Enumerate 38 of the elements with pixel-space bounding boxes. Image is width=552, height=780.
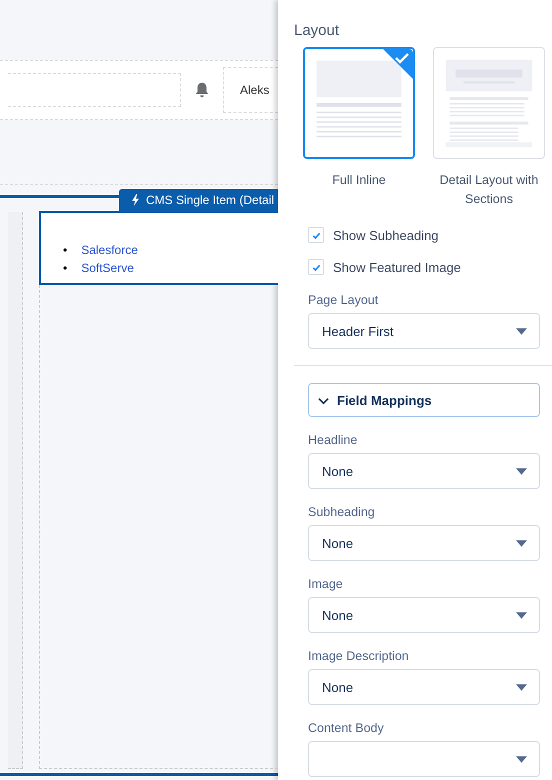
checkmark-icon bbox=[312, 262, 320, 272]
search-field[interactable] bbox=[8, 73, 181, 107]
dropdown[interactable]: Header First bbox=[308, 313, 540, 349]
lightning-icon bbox=[131, 194, 140, 206]
component-tab[interactable]: CMS Single Item (Detail bbox=[119, 189, 278, 211]
bullet: • bbox=[63, 242, 68, 259]
caret-icon bbox=[516, 612, 527, 618]
checkmark-icon bbox=[312, 230, 320, 240]
section-header[interactable]: Field Mappings bbox=[308, 383, 540, 417]
bell-icon[interactable] bbox=[193, 81, 211, 99]
dropdown[interactable]: None bbox=[308, 597, 540, 633]
option-label: Full Inline bbox=[332, 172, 386, 189]
dropdown[interactable]: None bbox=[308, 525, 540, 561]
field-label: Subheading bbox=[308, 505, 376, 519]
checkbox-label: Show Featured Image bbox=[333, 260, 461, 274]
checkbox-label: Show Subheading bbox=[333, 228, 439, 242]
caret-icon bbox=[516, 468, 527, 474]
caret-icon bbox=[516, 756, 527, 762]
link[interactable]: Salesforce bbox=[81, 241, 138, 259]
bullet: • bbox=[63, 260, 68, 277]
checkbox[interactable] bbox=[308, 227, 324, 243]
checkbox[interactable] bbox=[308, 259, 324, 275]
panel-title: Layout bbox=[294, 22, 340, 39]
caret-icon bbox=[516, 540, 527, 546]
checkmark-icon bbox=[383, 49, 413, 79]
field-label: Image Description bbox=[308, 649, 410, 663]
link[interactable]: SoftServe bbox=[81, 259, 134, 277]
caret-icon bbox=[516, 328, 527, 334]
dropdown[interactable]: None bbox=[308, 669, 540, 705]
layout-option[interactable] bbox=[303, 47, 415, 159]
field-label: Content Body bbox=[308, 721, 385, 735]
field-label: Headline bbox=[308, 433, 358, 447]
component-frame[interactable]: • Salesforce • SoftServe bbox=[39, 211, 278, 285]
field-label: Image bbox=[308, 577, 344, 591]
caret-icon bbox=[516, 684, 527, 690]
field-label: Page Layout bbox=[308, 293, 380, 307]
dropdown[interactable]: None bbox=[308, 453, 540, 489]
option-label: Detail Layout with Sections bbox=[438, 172, 540, 208]
